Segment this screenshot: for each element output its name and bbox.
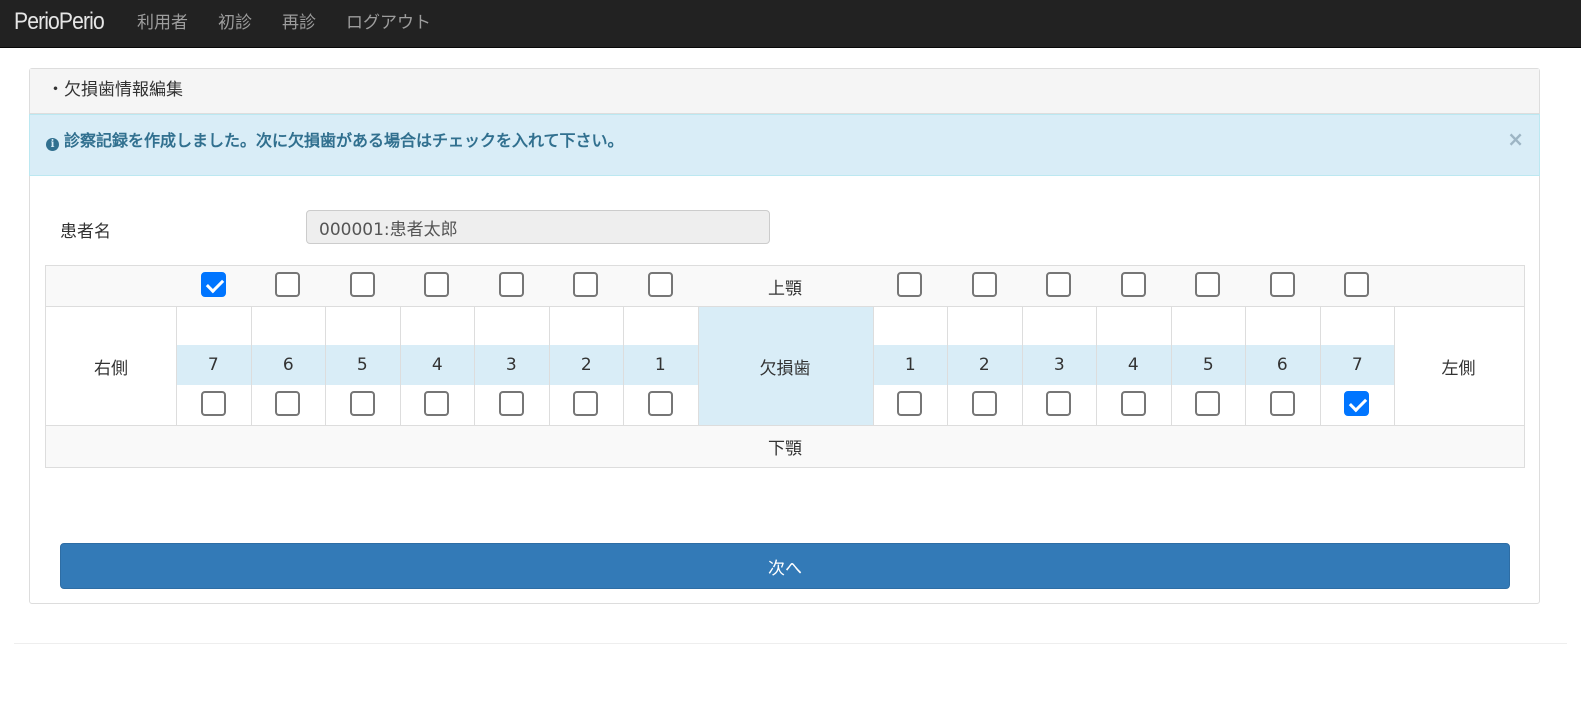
lower-left-tooth-2-checkbox[interactable] <box>972 391 997 416</box>
tooth-number-right: 3 <box>505 355 517 375</box>
upper-right-tooth-6-checkbox[interactable] <box>275 272 300 297</box>
nav-item-revisit[interactable]: 再診 <box>282 0 316 48</box>
tooth-number-left: 1 <box>904 355 916 375</box>
upper-left-tooth-1-checkbox[interactable] <box>897 272 922 297</box>
next-button[interactable]: 次へ <box>60 543 1510 589</box>
upper-left-tooth-4-checkbox[interactable] <box>1121 272 1146 297</box>
brand-logo[interactable]: PerioPerio <box>14 8 105 36</box>
lower-right-tooth-1-checkbox[interactable] <box>648 391 673 416</box>
lower-right-tooth-6-checkbox[interactable] <box>275 391 300 416</box>
upper-jaw-header: 上顎 <box>46 266 1524 307</box>
lower-right-tooth-3-checkbox[interactable] <box>499 391 524 416</box>
upper-left-tooth-6-checkbox[interactable] <box>1270 272 1295 297</box>
tooth-number-left: 7 <box>1351 355 1363 375</box>
tooth-number-left: 6 <box>1276 355 1288 375</box>
lower-left-tooth-7-checkbox[interactable] <box>1344 391 1369 416</box>
upper-left-tooth-7-checkbox[interactable] <box>1344 272 1369 297</box>
lower-right-tooth-2-checkbox[interactable] <box>573 391 598 416</box>
alert-message: 診察記録を作成しました。次に欠損歯がある場合はチェックを入れて下さい。 <box>64 131 624 150</box>
upper-right-tooth-3-checkbox[interactable] <box>499 272 524 297</box>
lower-left-tooth-1-checkbox[interactable] <box>897 391 922 416</box>
tooth-number-left: 2 <box>978 355 990 375</box>
lower-right-tooth-5-checkbox[interactable] <box>350 391 375 416</box>
lower-left-tooth-6-checkbox[interactable] <box>1270 391 1295 416</box>
tooth-number-left: 4 <box>1127 355 1139 375</box>
close-icon[interactable]: × <box>1507 129 1524 149</box>
lower-right-tooth-7-checkbox[interactable] <box>201 391 226 416</box>
tooth-number-right: 6 <box>282 355 294 375</box>
lower-left-tooth-5-checkbox[interactable] <box>1195 391 1220 416</box>
patient-name-field[interactable] <box>306 210 770 244</box>
lower-right-tooth-4-checkbox[interactable] <box>424 391 449 416</box>
panel-title: ・欠損歯情報編集 <box>30 69 1539 114</box>
footer-divider <box>14 643 1567 644</box>
tooth-number-left: 3 <box>1053 355 1065 375</box>
tooth-number-right: 4 <box>431 355 443 375</box>
lower-jaw-footer: 下顎 <box>46 425 1524 467</box>
upper-left-tooth-3-checkbox[interactable] <box>1046 272 1071 297</box>
nav-menu: 利用者 初診 再診 ログアウト <box>137 0 461 48</box>
teeth-grid: 上顎 下顎 右側 左側 欠損歯 7 1 6 2 5 3 4 4 3 5 2 6 1 7 <box>45 265 1525 468</box>
upper-right-tooth-1-checkbox[interactable] <box>648 272 673 297</box>
upper-right-tooth-5-checkbox[interactable] <box>350 272 375 297</box>
info-circle-icon: i <box>46 138 59 151</box>
missing-teeth-center-label: 欠損歯 <box>697 307 873 425</box>
tooth-number-right: 2 <box>580 355 592 375</box>
info-alert: i 診察記録を作成しました。次に欠損歯がある場合はチェックを入れて下さい。 × <box>29 114 1540 176</box>
upper-right-tooth-7-checkbox[interactable] <box>201 272 226 297</box>
patient-name-label: 患者名 <box>60 222 111 242</box>
upper-left-tooth-2-checkbox[interactable] <box>972 272 997 297</box>
tooth-number-right: 7 <box>207 355 219 375</box>
upper-right-tooth-4-checkbox[interactable] <box>424 272 449 297</box>
lower-left-tooth-4-checkbox[interactable] <box>1121 391 1146 416</box>
navbar: PerioPerio 利用者 初診 再診 ログアウト <box>0 0 1581 48</box>
missing-teeth-panel: ・欠損歯情報編集 i 診察記録を作成しました。次に欠損歯がある場合はチェックを入… <box>29 68 1540 604</box>
lower-left-tooth-3-checkbox[interactable] <box>1046 391 1071 416</box>
upper-right-tooth-2-checkbox[interactable] <box>573 272 598 297</box>
right-side-label: 右側 <box>94 358 128 379</box>
nav-item-users[interactable]: 利用者 <box>137 0 188 48</box>
tooth-number-right: 1 <box>654 355 666 375</box>
tooth-number-right: 5 <box>356 355 368 375</box>
nav-item-logout[interactable]: ログアウト <box>346 0 431 48</box>
upper-left-tooth-5-checkbox[interactable] <box>1195 272 1220 297</box>
grid-divider <box>698 307 699 425</box>
nav-item-first-visit[interactable]: 初診 <box>218 0 252 48</box>
left-side-label: 左側 <box>1441 358 1476 379</box>
tooth-number-left: 5 <box>1202 355 1214 375</box>
